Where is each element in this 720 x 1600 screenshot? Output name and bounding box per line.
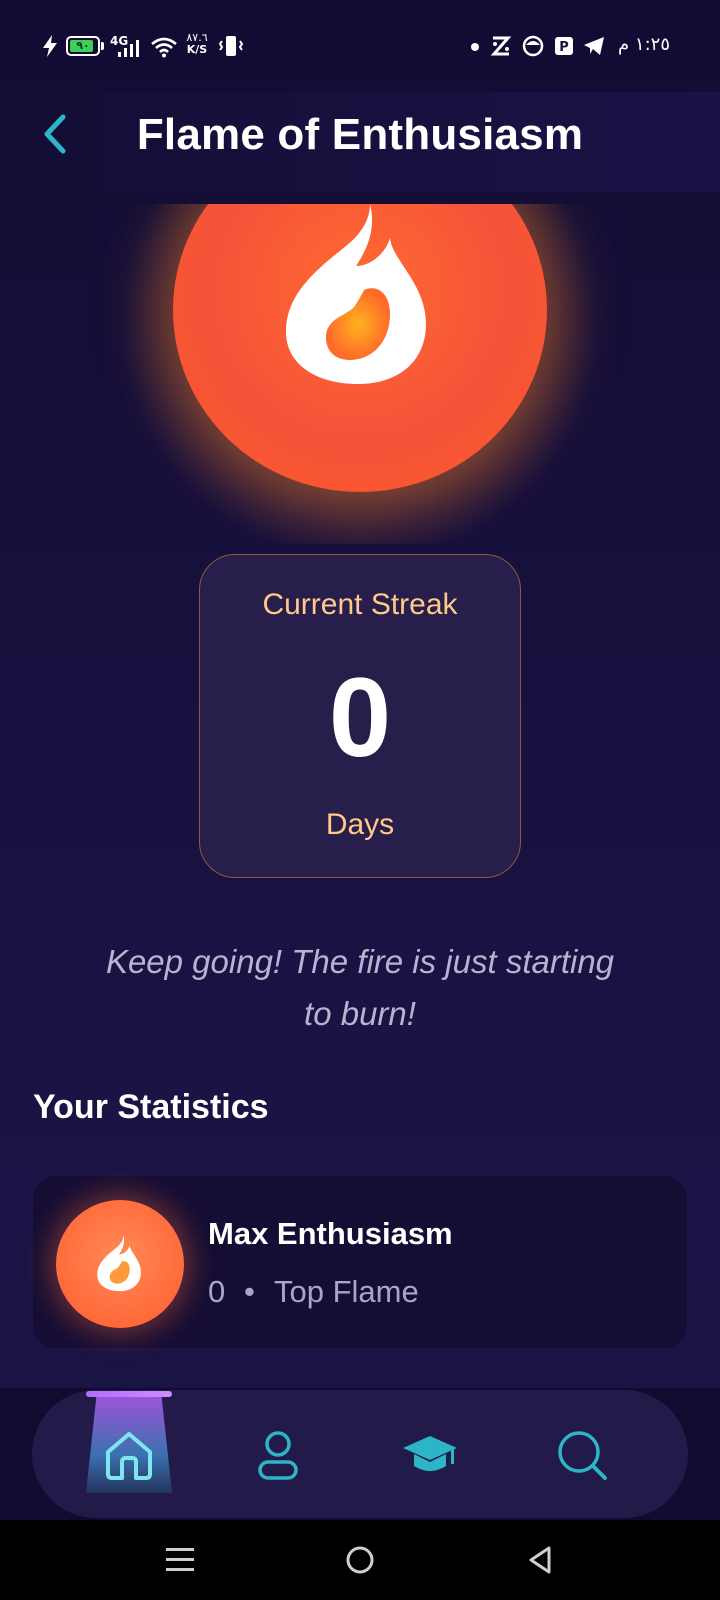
statistics-title: Your Statistics: [33, 1088, 269, 1126]
menu-icon: [166, 1548, 194, 1571]
circle-home-icon: [346, 1546, 374, 1574]
recent-apps-button[interactable]: [150, 1536, 210, 1584]
motivation-text: Keep going! The fire is just starting to…: [60, 936, 660, 1040]
battery-level: ٩٠: [76, 39, 90, 52]
motivation-line-1: Keep going! The fire is just starting: [105, 943, 615, 980]
nav-item-search[interactable]: [527, 1410, 637, 1500]
stat-icon-badge: [56, 1200, 184, 1328]
signal-icon: [118, 40, 139, 57]
home-icon: [106, 1432, 152, 1480]
battery-indicator: ٩٠: [66, 36, 100, 56]
nav-item-profile[interactable]: [223, 1410, 333, 1500]
stat-separator: •: [244, 1274, 255, 1309]
stat-title: Max Enthusiasm: [208, 1216, 453, 1251]
flame-hero: [0, 204, 720, 544]
streak-unit: Days: [325, 808, 395, 841]
status-bar: ٩٠ 4G ٨٧.٦ K/S P ١:٢٥ م: [0, 0, 720, 92]
status-time: ١:٢٥ م: [618, 34, 670, 55]
streak-label: Current Streak: [262, 588, 458, 621]
battery-tip: [101, 42, 104, 50]
streak-value: 0: [328, 655, 392, 780]
camera-app-icon: [522, 35, 544, 57]
vibrate-icon: [218, 36, 244, 56]
motivation-line-2: to burn!: [304, 995, 416, 1032]
user-icon: [258, 1431, 298, 1480]
network-speed-unit: K/S: [186, 43, 208, 56]
triangle-back-icon: [529, 1546, 551, 1574]
network-speed: ٨٧.٦ K/S: [184, 32, 210, 56]
nav-item-learn[interactable]: [375, 1410, 485, 1500]
notification-dot-icon: [471, 43, 479, 51]
wifi-icon: [151, 37, 177, 58]
back-system-button[interactable]: [510, 1536, 570, 1584]
graduation-cap-icon: [403, 1436, 457, 1471]
telegram-icon: [584, 37, 604, 55]
nav-item-home[interactable]: [74, 1410, 184, 1500]
home-button[interactable]: [330, 1536, 390, 1584]
flame-icon: [286, 204, 426, 384]
search-icon: [558, 1431, 607, 1480]
charging-icon: [43, 35, 57, 57]
page-title: Flame of Enthusiasm: [136, 110, 584, 159]
nav-active-indicator: [86, 1391, 172, 1397]
stat-value: 0: [208, 1274, 226, 1309]
z-app-icon: [490, 36, 512, 56]
svg-text:P: P: [559, 40, 569, 55]
parking-app-icon: P: [555, 37, 573, 55]
flame-icon: [97, 1235, 141, 1292]
stat-subtitle: Top Flame: [274, 1274, 419, 1309]
